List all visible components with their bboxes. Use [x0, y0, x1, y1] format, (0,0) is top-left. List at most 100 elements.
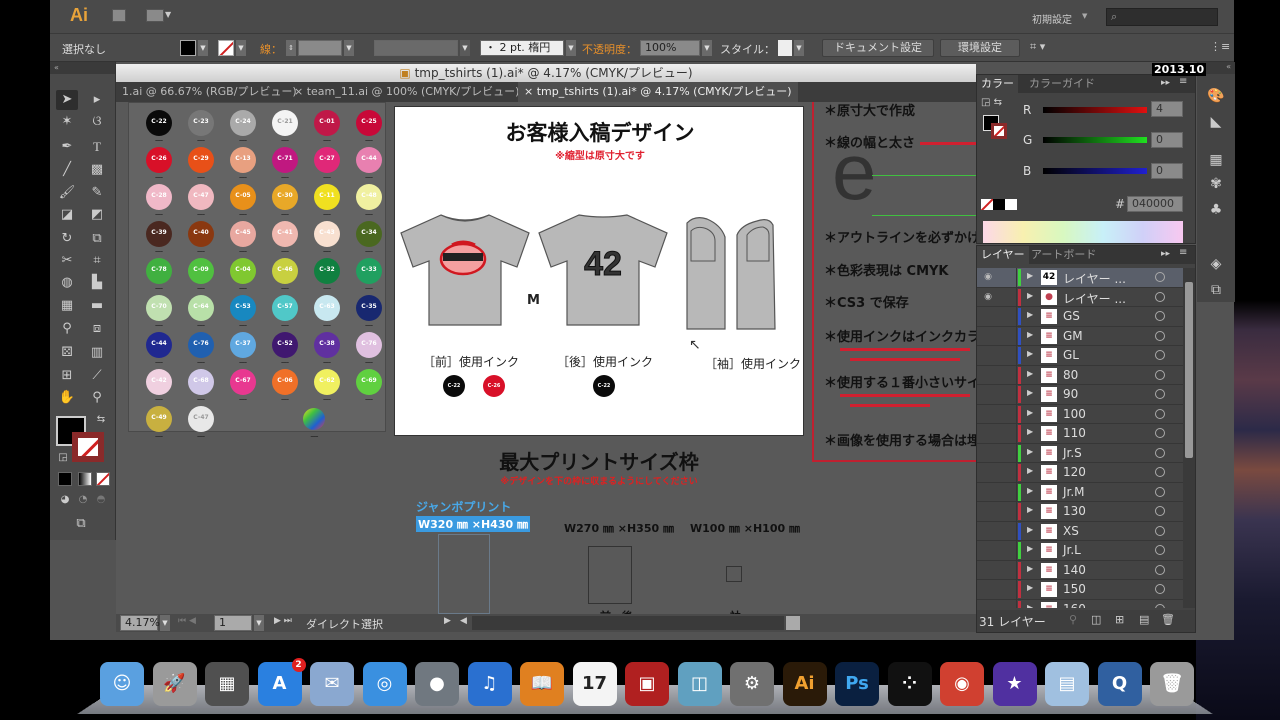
draw-inside-icon[interactable]: ◓	[90, 490, 112, 510]
blue-slider[interactable]	[1043, 168, 1147, 174]
workspace-switcher[interactable]: 初期設定	[1032, 11, 1072, 26]
new-layer-icon[interactable]: ▤	[1139, 613, 1149, 626]
opacity-label[interactable]: 不透明度：	[582, 41, 637, 57]
dock-app-imovie[interactable]: ★	[992, 662, 1037, 706]
layer-name[interactable]: 150	[1063, 582, 1086, 596]
chevron-down-icon[interactable]: ▼	[1082, 12, 1087, 20]
lock-toggle[interactable]	[999, 326, 1017, 346]
dock-app-photo-booth[interactable]: ▣	[625, 662, 669, 706]
dock-app-photoshop[interactable]: Ps	[835, 662, 879, 706]
scrollbar-thumb[interactable]	[1185, 282, 1193, 458]
lock-toggle[interactable]	[999, 482, 1017, 502]
layers-icon[interactable]: ◈	[1205, 254, 1227, 274]
lock-toggle[interactable]	[999, 443, 1017, 463]
type-tool-icon[interactable]: T	[86, 137, 108, 157]
none-color-icon[interactable]	[981, 199, 993, 210]
ink-swatch[interactable]: C-44 ━━━	[349, 144, 389, 184]
tshirt-front[interactable]	[397, 211, 533, 329]
brush-dropdown[interactable]: ▼	[566, 40, 576, 56]
lock-toggle[interactable]	[999, 521, 1017, 541]
ink-swatch[interactable]: C-45 ━━━	[223, 218, 263, 258]
front-back-print-frame[interactable]	[588, 546, 632, 604]
layer-name[interactable]: 120	[1063, 465, 1086, 479]
document-setup-button[interactable]: ドキュメント設定	[822, 39, 934, 57]
make-clipping-mask-icon[interactable]: ◫	[1091, 613, 1101, 626]
ink-swatch[interactable]: C-70 ━━━	[139, 292, 179, 332]
expand-triangle-icon[interactable]: ▶	[1027, 544, 1033, 553]
layer-row[interactable]: ▶ ≡ XS	[977, 521, 1183, 541]
fill-swatch[interactable]	[180, 40, 196, 56]
target-circle-icon[interactable]	[1155, 486, 1165, 497]
layer-row[interactable]: ▶ ≡ 130	[977, 502, 1183, 522]
dock-app-system-preferences[interactable]: ⚙	[730, 662, 774, 706]
layer-row[interactable]: ▶ ≡ Jr.L	[977, 541, 1183, 561]
dock-app-itunes[interactable]: ♫	[467, 662, 512, 706]
layer-name[interactable]: Jr.M	[1063, 485, 1085, 499]
ink-swatch[interactable]: C-04 ━━━	[223, 255, 263, 295]
profile-dropdown[interactable]: ▼	[460, 40, 470, 56]
dock-app-preview[interactable]: ▤	[1045, 662, 1089, 706]
ink-swatch[interactable]: C-21 ━━━	[265, 107, 305, 147]
ink-swatch[interactable]: C-35 ━━━	[349, 292, 389, 332]
isolate-icon[interactable]: ⌗ ▾	[1030, 40, 1045, 54]
expand-icon[interactable]: ▸▸	[1161, 249, 1170, 259]
ink-swatch[interactable]: C-62 ━━━	[307, 366, 347, 406]
expand-triangle-icon[interactable]: ▶	[1027, 291, 1033, 300]
none-mode-icon[interactable]	[96, 472, 110, 486]
white-color-icon[interactable]	[1005, 199, 1017, 210]
style-dropdown[interactable]: ▼	[794, 40, 804, 56]
lock-toggle[interactable]	[999, 560, 1017, 580]
layer-row[interactable]: ▶ ≡ Jr.M	[977, 482, 1183, 502]
current-tool-status[interactable]: ダイレクト選択	[306, 616, 383, 632]
ink-swatch[interactable]: C-01 ━━━	[307, 107, 347, 147]
lock-toggle[interactable]	[999, 287, 1017, 307]
layer-row[interactable]: ◉ ▶ 42 レイヤー ...	[977, 268, 1183, 288]
layer-name[interactable]: XS	[1063, 524, 1079, 538]
line-tool-icon[interactable]: ╱	[56, 160, 78, 180]
ink-swatch[interactable]: C-76 ━━━	[181, 329, 221, 369]
ink-swatch[interactable]: C-23 ━━━	[181, 107, 221, 147]
panel-menu-icon[interactable]: ≡	[1179, 247, 1187, 258]
expand-triangle-icon[interactable]: ▶	[1027, 505, 1033, 514]
lock-toggle[interactable]	[999, 307, 1017, 326]
jumbo-print-frame[interactable]	[438, 534, 490, 614]
free-transform-tool-icon[interactable]: ⌗	[86, 251, 108, 271]
tab-tmp-tshirts[interactable]: × tmp_tshirts (1).ai* @ 4.17% (CMYK/プレビュ…	[518, 82, 798, 102]
fill-dropdown[interactable]: ▼	[198, 40, 208, 56]
brush-definition[interactable]: ・ 2 pt. 楕円	[480, 40, 564, 56]
visibility-eye-icon[interactable]	[981, 448, 995, 458]
direct-selection-tool-icon[interactable]: ▸	[86, 90, 108, 110]
column-graph-tool-icon[interactable]: ▥	[86, 343, 108, 363]
ink-swatch[interactable]: C-69 ━━━	[349, 366, 389, 406]
expand-triangle-icon[interactable]: ▶	[1027, 466, 1033, 475]
next-artboard-icon[interactable]: ▶ ⏭	[274, 616, 292, 626]
tab-layers[interactable]: レイヤー	[977, 246, 1029, 264]
ink-swatch[interactable]: C-42 ━━━	[139, 366, 179, 406]
lock-toggle[interactable]	[999, 424, 1017, 443]
ink-swatch[interactable]: C-32 ━━━	[307, 255, 347, 295]
black-color-icon[interactable]	[993, 199, 1005, 210]
ink-swatch[interactable]: C-38 ━━━	[307, 329, 347, 369]
dock-app-trash[interactable]: 🗑	[1150, 662, 1194, 706]
ink-swatch[interactable]: C-68 ━━━	[181, 366, 221, 406]
layer-row[interactable]: ▶ ≡ 160	[977, 599, 1183, 609]
target-circle-icon[interactable]	[1155, 330, 1165, 341]
artboard-customer-design[interactable]: お客様入稿デザイン ※縮型は原寸大です M 42 ［前］使用インク ［後］使用イ…	[394, 106, 804, 436]
artboard-number-input[interactable]: 1	[214, 615, 252, 631]
stroke-swatch[interactable]	[991, 123, 1007, 139]
ink-swatch[interactable]: C-44 ━━━	[139, 329, 179, 369]
ink-swatch[interactable]: C-29 ━━━	[181, 144, 221, 184]
lasso-tool-icon[interactable]: ଓ	[86, 112, 108, 132]
lock-toggle[interactable]	[999, 365, 1017, 385]
expand-triangle-icon[interactable]: ▶	[1027, 447, 1033, 456]
expand-triangle-icon[interactable]: ▶	[1027, 583, 1033, 592]
stroke-dropdown[interactable]: ▼	[236, 40, 246, 56]
ink-swatch[interactable]: C-25 ━━━	[349, 107, 389, 147]
dock-app-dashcode[interactable]: ⁘	[887, 662, 932, 706]
shape-builder-tool-icon[interactable]: ◍	[56, 273, 78, 293]
tshirt-sleeves[interactable]	[685, 215, 785, 335]
stroke-swatch[interactable]	[218, 40, 234, 56]
visibility-eye-icon[interactable]	[981, 604, 995, 609]
dock-app-calendar[interactable]: 17	[572, 662, 617, 706]
ink-swatch[interactable]: C-30 ━━━	[265, 181, 305, 221]
